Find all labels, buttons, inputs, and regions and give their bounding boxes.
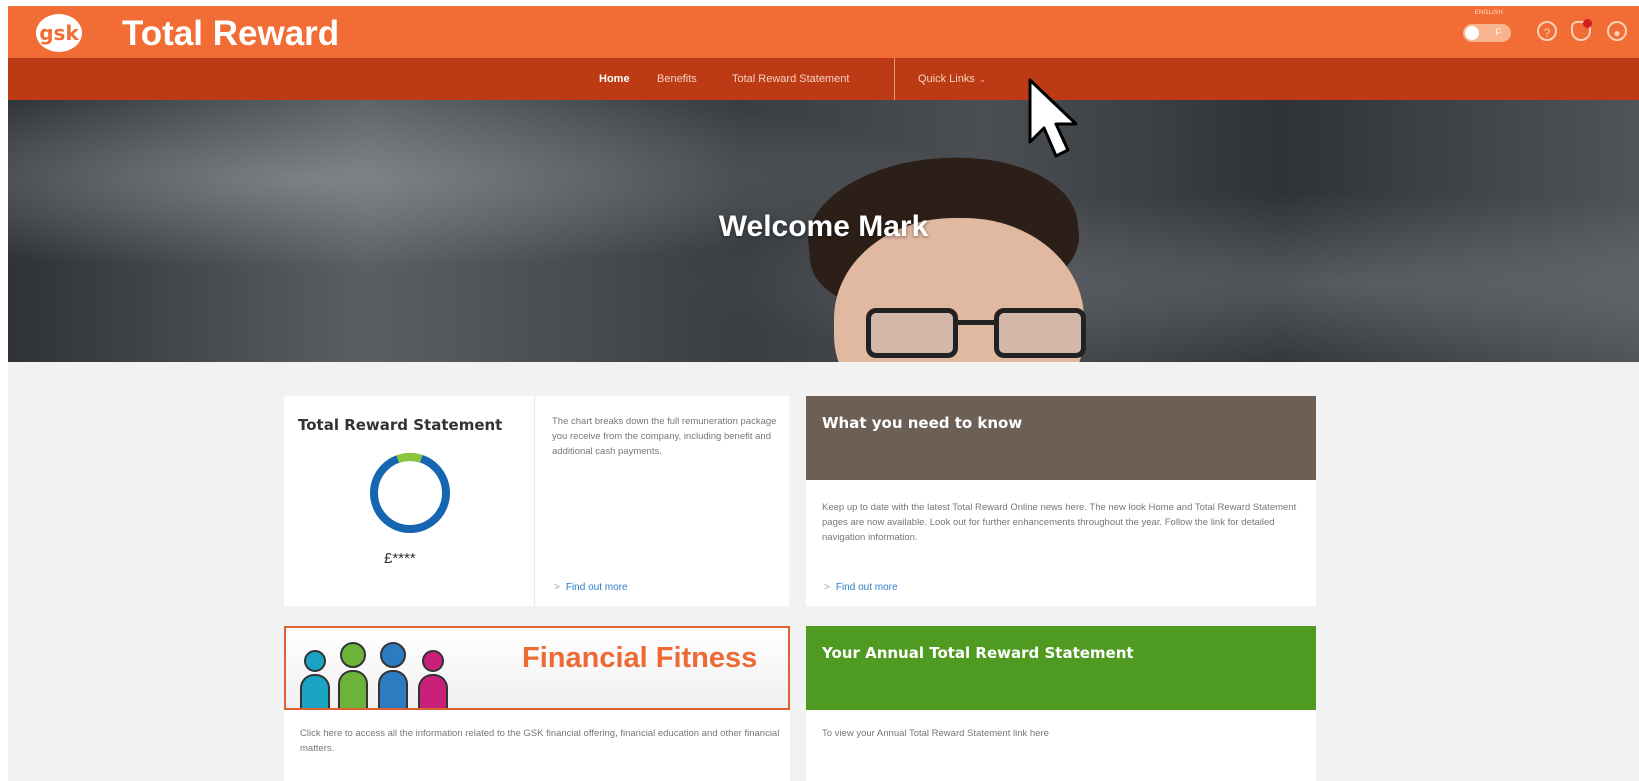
person-head: [304, 650, 326, 672]
person-green-icon: [338, 642, 368, 708]
help-icon[interactable]: ?: [1537, 21, 1557, 41]
card-divider: [534, 396, 535, 606]
know-card-title: What you need to know: [822, 414, 1023, 432]
annual-card-body: To view your Annual Total Reward Stateme…: [822, 728, 1049, 739]
donut-segment-secondary: [370, 452, 450, 533]
nav-divider: [894, 58, 895, 100]
main-nav: Home Benefits Total Reward Statement Qui…: [8, 58, 1639, 100]
person-head: [422, 650, 444, 672]
chevron-down-icon: ⌄: [978, 74, 987, 84]
chevron-right-icon: >: [554, 582, 560, 593]
ff-card-body: Click here to access all the information…: [300, 728, 780, 754]
hero-glasses-right: [994, 308, 1086, 358]
mouse-cursor-icon: [1028, 78, 1078, 158]
know-card-header: What you need to know: [806, 396, 1316, 480]
nav-home[interactable]: Home: [599, 73, 630, 85]
nav-total-reward-statement[interactable]: Total Reward Statement: [732, 73, 849, 85]
know-link-label: Find out more: [835, 582, 898, 593]
hero-glasses-left: [866, 308, 958, 358]
hero-glasses-bridge: [956, 320, 996, 325]
user-icon[interactable]: ●: [1607, 21, 1627, 41]
person-body: [338, 670, 368, 708]
trs-description: The chart breaks down the full remunerat…: [552, 416, 777, 457]
trs-find-out-more-link[interactable]: > Find out more: [554, 582, 628, 593]
notification-badge: [1583, 19, 1592, 28]
app-frame: gsk Total Reward ENGLISH F ? ● Home Bene…: [8, 6, 1639, 781]
financial-fitness-title: Financial Fitness: [522, 642, 758, 674]
know-find-out-more-link[interactable]: > Find out more: [824, 582, 898, 593]
trs-amount: £****: [384, 550, 416, 567]
know-card-body: Keep up to date with the latest Total Re…: [822, 502, 1297, 543]
trs-card-title: Total Reward Statement: [298, 416, 503, 434]
nav-quick-links[interactable]: Quick Links ⌄: [918, 73, 986, 85]
annual-statement-card[interactable]: Your Annual Total Reward Statement To vi…: [806, 626, 1316, 781]
toggle-knob: [1465, 26, 1479, 40]
what-you-need-to-know-card[interactable]: What you need to know Keep up to date wi…: [806, 396, 1316, 606]
top-bar: gsk Total Reward ENGLISH F ? ●: [8, 6, 1639, 58]
chevron-right-icon: >: [824, 582, 830, 593]
financial-fitness-card[interactable]: Financial Fitness Click here to access a…: [284, 626, 790, 781]
trs-link-label: Find out more: [565, 582, 628, 593]
annual-card-header: Your Annual Total Reward Statement: [806, 626, 1316, 710]
language-toggle[interactable]: F: [1463, 24, 1511, 42]
person-body: [418, 674, 448, 708]
person-head: [380, 642, 406, 668]
donut-segment-main: [370, 453, 450, 533]
app-title: Total Reward: [122, 14, 340, 53]
nav-benefits[interactable]: Benefits: [657, 73, 697, 85]
welcome-title: Welcome Mark: [718, 210, 929, 243]
reward-donut-chart[interactable]: [368, 451, 452, 535]
person-pink-icon: [418, 650, 448, 708]
toggle-value: F: [1495, 27, 1502, 37]
person-body: [300, 674, 330, 708]
bell-icon[interactable]: [1571, 19, 1592, 41]
person-body: [378, 670, 408, 708]
annual-card-title: Your Annual Total Reward Statement: [822, 644, 1134, 662]
person-teal-icon: [300, 650, 330, 708]
person-head: [340, 642, 366, 668]
financial-fitness-banner[interactable]: Financial Fitness: [284, 626, 790, 710]
total-reward-statement-card[interactable]: Total Reward Statement £**** The chart b…: [284, 396, 789, 606]
quick-links-label: Quick Links: [918, 73, 975, 85]
hero-banner: Welcome Mark: [8, 100, 1639, 362]
language-toggle-label: ENGLISH: [1474, 10, 1503, 16]
person-blue-icon: [378, 642, 408, 708]
gsk-logo[interactable]: gsk: [36, 14, 82, 52]
